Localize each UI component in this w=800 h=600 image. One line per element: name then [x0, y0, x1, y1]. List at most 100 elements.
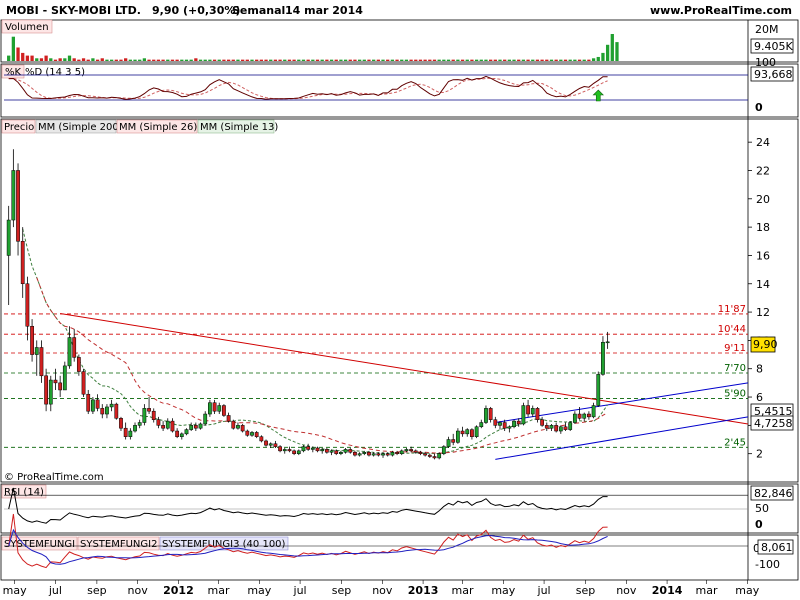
- header-date: 14 mar 2014: [285, 4, 363, 17]
- x-axis-label: mar: [208, 584, 230, 597]
- x-axis: may jul sep nov 2012 mar may jul sep nov 2013 mar ma…: [3, 580, 760, 597]
- volume-bar: [208, 59, 212, 61]
- volume-bar: [67, 55, 72, 61]
- volume-bar: [58, 58, 62, 61]
- volume-bar: [591, 58, 596, 61]
- candle-body: [30, 325, 34, 355]
- candle-body: [498, 422, 502, 426]
- candle-body: [175, 430, 180, 437]
- volume-bar: [170, 59, 175, 61]
- x-axis-label: may: [247, 584, 271, 597]
- volume-bar: [587, 59, 591, 61]
- candle-body: [189, 425, 194, 430]
- volume-bar: [53, 59, 58, 61]
- x-axis-label: mar: [452, 584, 474, 597]
- candle-body: [156, 419, 161, 426]
- moving-averages: [22, 228, 609, 455]
- rsi-title: RSI (14): [4, 487, 44, 498]
- candle-body: [25, 283, 30, 327]
- sf-title-1: SYSTEMFUNGI: [4, 539, 75, 550]
- candle-body: [324, 449, 329, 453]
- volume-bar: [442, 59, 446, 61]
- volume-bar: [297, 59, 301, 61]
- volume-bar: [367, 59, 371, 61]
- candle-body: [535, 408, 540, 420]
- volume-bar: [142, 58, 147, 61]
- candle-body: [268, 443, 273, 446]
- volume-bar: [175, 59, 179, 61]
- candle-body: [418, 452, 423, 454]
- candle-body: [133, 425, 137, 432]
- price-tick-label: 18: [756, 221, 770, 234]
- stoch-k-label: %K: [5, 67, 22, 78]
- volume-bar: [315, 59, 320, 61]
- candle-body: [484, 408, 488, 423]
- volume-bar: [540, 59, 544, 61]
- candle-body: [367, 452, 371, 456]
- volume-bar: [573, 59, 577, 61]
- candle-body: [161, 425, 165, 429]
- candle-body: [119, 418, 123, 429]
- stoch-k-line: [8, 75, 608, 100]
- level-label: 11'87: [718, 304, 746, 315]
- volume-bar: [601, 52, 605, 61]
- volume-bar: [7, 55, 11, 61]
- volume-bar: [217, 59, 221, 61]
- candle-body: [512, 420, 516, 428]
- candle-body: [231, 420, 236, 429]
- candle-body: [250, 432, 254, 436]
- candle-body: [137, 422, 142, 426]
- candle-body: [11, 170, 16, 221]
- candle-body: [320, 449, 325, 452]
- sf-axis-minus100: -100: [755, 558, 780, 571]
- volume-bar: [226, 59, 231, 61]
- candle-body: [371, 453, 376, 456]
- volume-bar: [250, 59, 254, 61]
- volume-bar: [269, 59, 273, 61]
- volume-bar: [484, 59, 488, 61]
- volume-bar: [161, 59, 165, 61]
- candle-body: [362, 452, 367, 454]
- candle-body: [451, 439, 456, 443]
- candle-body: [470, 429, 474, 437]
- candle-body: [521, 405, 526, 425]
- price-tick-label: 24: [756, 136, 770, 149]
- volume-bar: [77, 59, 81, 61]
- volume-bar: [474, 59, 479, 61]
- candle-body: [404, 449, 409, 452]
- candle-body: [226, 415, 231, 422]
- volume-bar: [348, 59, 352, 61]
- volume-bar: [63, 58, 67, 61]
- volume-bar: [362, 59, 366, 61]
- candle-body: [310, 447, 315, 450]
- volume-bar: [273, 59, 278, 61]
- volume-bar: [25, 55, 30, 61]
- volume-bar: [81, 58, 86, 61]
- candle-body: [240, 425, 245, 432]
- volume-bar: [549, 59, 554, 61]
- volume-bar: [320, 59, 324, 61]
- volume-bar: [301, 59, 306, 61]
- volume-bar: [493, 59, 497, 61]
- stoch-d-label: %D (14 3 5): [25, 67, 85, 78]
- stoch-axis-value: 93,668: [754, 68, 793, 81]
- candle-body: [58, 382, 63, 391]
- candle-body: [399, 450, 404, 454]
- candle-body: [582, 413, 587, 419]
- candle-body: [413, 450, 418, 453]
- volume-bar: [311, 59, 315, 61]
- volume-axis-label-value: 9.405K: [754, 40, 793, 53]
- x-axis-label: jul: [293, 584, 307, 597]
- trendline: [495, 416, 749, 460]
- volume-bar: [231, 59, 235, 61]
- header-site[interactable]: www.ProRealTime.com: [650, 4, 792, 17]
- candle-body: [315, 447, 320, 452]
- volume-bar: [105, 59, 109, 61]
- candle-body: [287, 449, 292, 452]
- level-label: 9'11: [724, 343, 746, 354]
- candle-body: [6, 219, 11, 256]
- volume-bar: [95, 59, 100, 61]
- x-axis-label: 2012: [163, 584, 194, 597]
- x-axis-label: mar: [696, 584, 718, 597]
- trendlines: [60, 313, 749, 460]
